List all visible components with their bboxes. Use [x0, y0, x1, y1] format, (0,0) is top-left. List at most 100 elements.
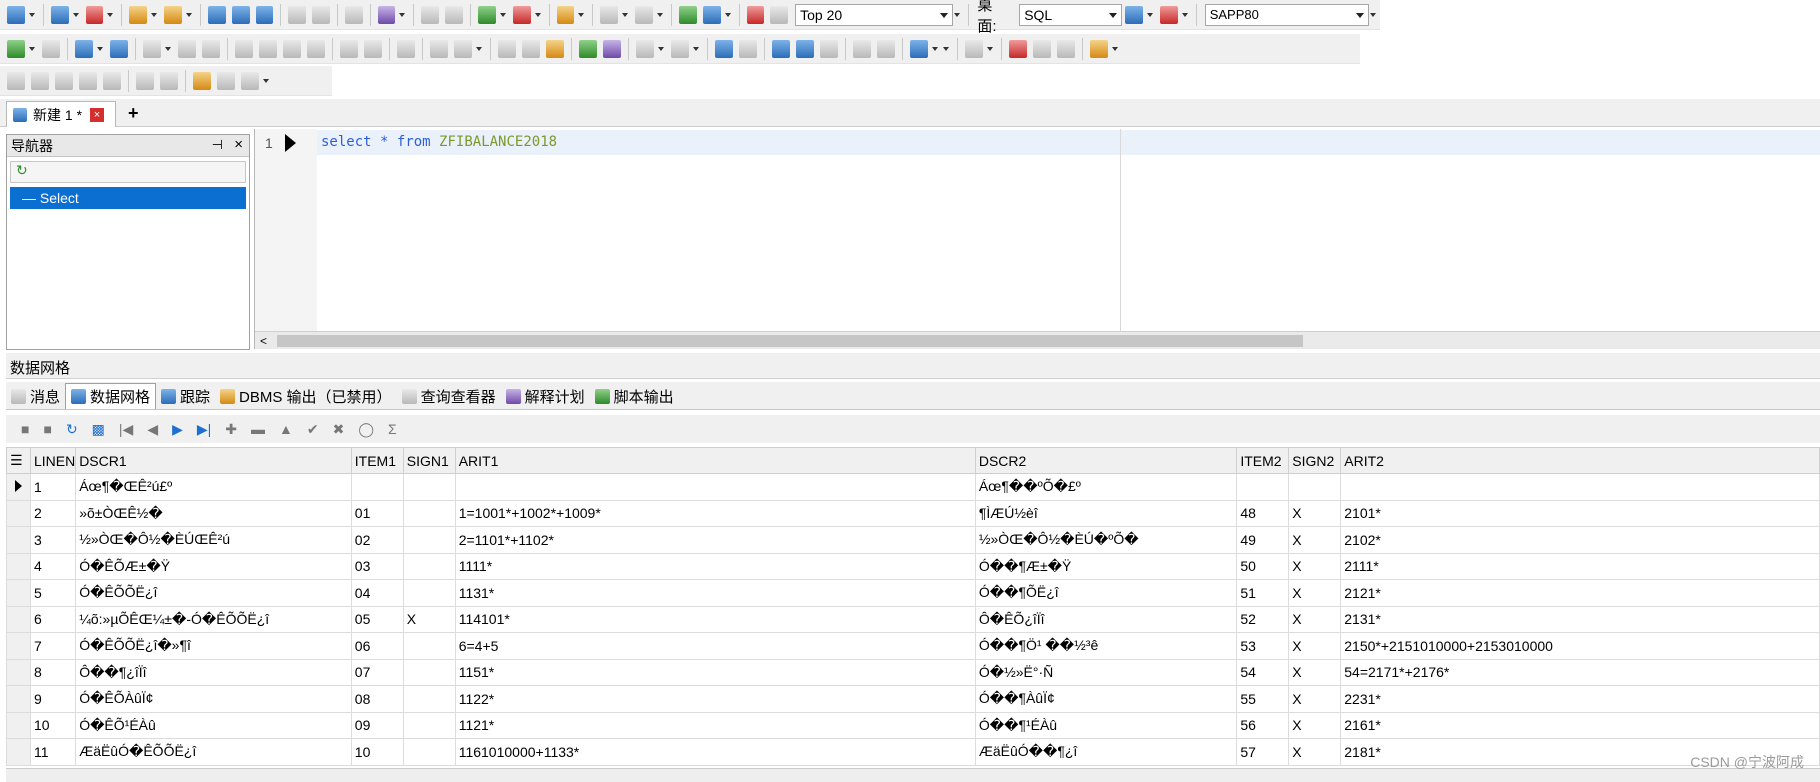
- table-row[interactable]: 8 Ô��¶¿îÏî 07 1151* Ó�½»Ë°·Ñ 54 X 54=2171*+21…: [6, 658, 1820, 686]
- cell-linen[interactable]: 7: [29, 632, 77, 660]
- cell-dscr2[interactable]: Ô�ÊÕ¿îÏî: [974, 605, 1238, 633]
- table-row[interactable]: 3 ½»ÒŒ�Ô½�ÈÚŒÊ²ú 02 2=1101*+1102* ½»ÒŒ�Ô½�…: [6, 526, 1820, 554]
- cell-sign2[interactable]: X: [1288, 738, 1342, 766]
- indent-icon[interactable]: [853, 39, 871, 58]
- col-arit1[interactable]: ARIT1: [454, 447, 976, 474]
- cell-dscr2[interactable]: Ó�½»Ë°·Ñ: [974, 658, 1238, 686]
- cell-linen[interactable]: 8: [29, 658, 77, 686]
- cell-item1[interactable]: [350, 473, 404, 501]
- window-add-icon[interactable]: [478, 5, 496, 24]
- row-header[interactable]: [6, 658, 31, 686]
- sum-icon[interactable]: Σ: [388, 421, 397, 437]
- cell-sign1[interactable]: [402, 499, 456, 527]
- cell-sign1[interactable]: [402, 526, 456, 554]
- grid-horizontal-scrollbar[interactable]: [6, 768, 1820, 782]
- cell-arit2[interactable]: [1340, 473, 1820, 501]
- monitor-icon[interactable]: [217, 71, 235, 90]
- table-row[interactable]: 11 ÆäËûÓ�ÊÕÕË¿î 10 1161010000+1133* ÆäËûÓ�…: [6, 738, 1820, 766]
- watch-icon[interactable]: [454, 39, 472, 58]
- search-icon[interactable]: [770, 5, 789, 24]
- cell-arit1[interactable]: 6=4+5: [454, 632, 976, 660]
- refresh-icon[interactable]: ↻: [16, 162, 28, 178]
- template-icon[interactable]: [31, 71, 49, 90]
- cell-sign2[interactable]: X: [1288, 632, 1342, 660]
- cell-arit1[interactable]: 1131*: [454, 579, 976, 607]
- table-row[interactable]: 4 Ó�ÊÕÆ±�Ÿ 03 1111* Ó��¶Æ±�Ÿ 50 X 2111*: [6, 552, 1820, 580]
- link-icon[interactable]: [340, 39, 358, 58]
- print-icon[interactable]: [344, 5, 363, 24]
- cell-arit2[interactable]: 2131*: [1340, 605, 1820, 633]
- insert-record-icon[interactable]: ✚: [225, 421, 237, 438]
- sql-editor[interactable]: 1 select * from ZFIBALANCE2018 <: [254, 129, 1820, 349]
- cell-arit2[interactable]: 2111*: [1340, 552, 1820, 580]
- cell-arit1[interactable]: 1122*: [454, 685, 976, 713]
- cell-sign2[interactable]: [1288, 473, 1342, 501]
- cell-arit1[interactable]: 1111*: [454, 552, 976, 580]
- comment-icon[interactable]: [965, 39, 983, 58]
- redo-icon[interactable]: [739, 39, 757, 58]
- cell-dscr2[interactable]: Ó��¶ÀûÏ¢: [974, 685, 1238, 713]
- refresh-grid-icon[interactable]: ↻: [66, 421, 78, 438]
- cell-dscr2[interactable]: Ó��¶Æ±�Ÿ: [974, 552, 1238, 580]
- pin-icon[interactable]: ⊣: [212, 137, 223, 153]
- cancel-edit-icon[interactable]: ✖: [333, 421, 345, 438]
- cell-dscr2[interactable]: Ó��¶ÕË¿î: [974, 579, 1238, 607]
- col-sign2[interactable]: SIGN2: [1288, 447, 1342, 474]
- row-header[interactable]: [6, 552, 31, 580]
- cell-sign1[interactable]: [402, 738, 456, 766]
- run-to-cursor-icon[interactable]: [307, 39, 325, 58]
- save-icon[interactable]: [207, 5, 226, 24]
- cell-sign1[interactable]: [402, 711, 456, 739]
- desktop-select[interactable]: SQL: [1019, 3, 1123, 26]
- tab-data-grid[interactable]: 数据网格: [65, 383, 157, 409]
- cell-item2[interactable]: 52: [1236, 605, 1290, 633]
- stop-icon[interactable]: [42, 39, 60, 58]
- cell-linen[interactable]: 11: [29, 738, 77, 766]
- view-icon[interactable]: [79, 71, 97, 90]
- col-arit2[interactable]: ARIT2: [1340, 447, 1820, 474]
- scroll-thumb[interactable]: [277, 335, 1303, 347]
- tab-explain-plan[interactable]: 解释计划: [501, 383, 590, 409]
- col-sign1[interactable]: SIGN1: [402, 447, 456, 474]
- cell-item2[interactable]: 49: [1236, 526, 1290, 554]
- cell-arit1[interactable]: 1=1001*+1002*+1009*: [454, 499, 976, 527]
- close-tab-icon[interactable]: ×: [90, 107, 105, 122]
- window-remove-icon[interactable]: [512, 5, 531, 24]
- table-row[interactable]: 6 ¼õ:»µÕÊŒ¼±�-Ó�ÊÕÕË¿î 05 X 114101* Ô�ÊÕ¿îÏ…: [6, 605, 1820, 633]
- unlink-icon[interactable]: [364, 39, 382, 58]
- tab-new-1[interactable]: 新建 1 * ×: [6, 101, 116, 127]
- cell-arit2[interactable]: 54=2171*+2176*: [1340, 658, 1820, 686]
- cell-dscr1[interactable]: Áœ¶�ŒÊ²ú£º: [75, 473, 352, 501]
- next-record-icon[interactable]: ▶: [172, 421, 183, 438]
- calendar-icon[interactable]: [746, 5, 765, 24]
- cell-item1[interactable]: 07: [350, 658, 404, 686]
- cell-item2[interactable]: 48: [1236, 499, 1290, 527]
- top-n-select[interactable]: Top 20: [795, 3, 954, 26]
- cell-sign1[interactable]: [402, 473, 456, 501]
- unindent-icon[interactable]: [877, 39, 895, 58]
- breakpoint-icon[interactable]: [430, 39, 448, 58]
- compile-icon[interactable]: [288, 5, 307, 24]
- bookmark-icon[interactable]: [556, 5, 575, 24]
- open-recent-icon[interactable]: [164, 5, 182, 24]
- check-list-icon[interactable]: [579, 39, 597, 58]
- sql-code-line[interactable]: select * from ZFIBALANCE2018: [321, 134, 557, 150]
- cell-dscr1[interactable]: Ó�ÊÕÀûÏ¢: [75, 685, 352, 713]
- sql-format-icon[interactable]: [178, 39, 196, 58]
- col-item2[interactable]: ITEM2: [1236, 447, 1290, 474]
- cell-linen[interactable]: 6: [29, 605, 77, 633]
- cell-linen[interactable]: 1: [29, 473, 77, 501]
- cell-dscr1[interactable]: Ó�ÊÕÕË¿î�»¶î: [75, 632, 352, 660]
- sql-run-icon[interactable]: [678, 5, 697, 24]
- cell-arit1[interactable]: 2=1101*+1102*: [454, 526, 976, 554]
- initcap-icon[interactable]: [820, 39, 838, 58]
- cell-dscr1[interactable]: ¼õ:»µÕÊŒ¼±�-Ó�ÊÕÕË¿î: [75, 605, 352, 633]
- find-icon[interactable]: [636, 39, 654, 58]
- undo-icon[interactable]: [715, 39, 733, 58]
- cell-arit2[interactable]: 2101*: [1340, 499, 1820, 527]
- cell-dscr2[interactable]: Ó��¶Ö¹ ��½³ê: [974, 632, 1238, 660]
- cell-item1[interactable]: 03: [350, 552, 404, 580]
- export-grid-icon[interactable]: ▩: [92, 421, 105, 438]
- cell-item1[interactable]: 06: [350, 632, 404, 660]
- highlight-icon[interactable]: [1090, 39, 1108, 58]
